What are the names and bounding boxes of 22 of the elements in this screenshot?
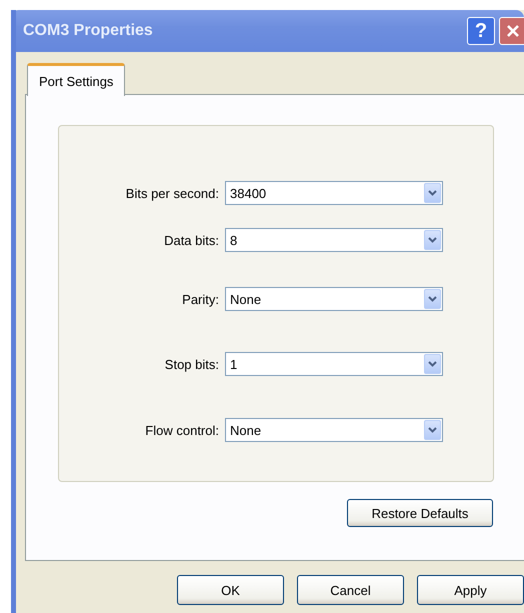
dropdown-value: 8	[229, 232, 238, 248]
dropdown[interactable]: 1	[225, 352, 443, 376]
tab[interactable]: Port Settings	[27, 63, 126, 96]
window-title: COM3 Properties	[23, 22, 154, 40]
setting-label: Data bits:	[163, 232, 220, 248]
setting-label: Stop bits:	[164, 356, 220, 372]
setting-label: Parity:	[181, 292, 220, 306]
dropdown-value: None	[229, 292, 262, 306]
dropdown[interactable]: 8	[225, 228, 443, 252]
dialog-button[interactable]: Cancel	[297, 575, 404, 605]
setting-label: Bits per second:	[124, 186, 220, 200]
restore-defaults-button[interactable]: Restore Defaults	[347, 499, 493, 527]
help-button[interactable]: ?	[467, 17, 495, 45]
dropdown-value: None	[229, 422, 262, 438]
dropdown-value: 38400	[229, 186, 268, 200]
dialog-button[interactable]: OK	[177, 575, 284, 605]
dropdown[interactable]: 38400	[225, 181, 443, 205]
dropdown-value: 1	[229, 356, 238, 372]
dialog-button[interactable]: Apply	[417, 575, 524, 605]
dropdown[interactable]: None	[225, 418, 443, 442]
setting-label: Flow control:	[144, 422, 220, 438]
dropdown[interactable]: None	[225, 287, 443, 311]
